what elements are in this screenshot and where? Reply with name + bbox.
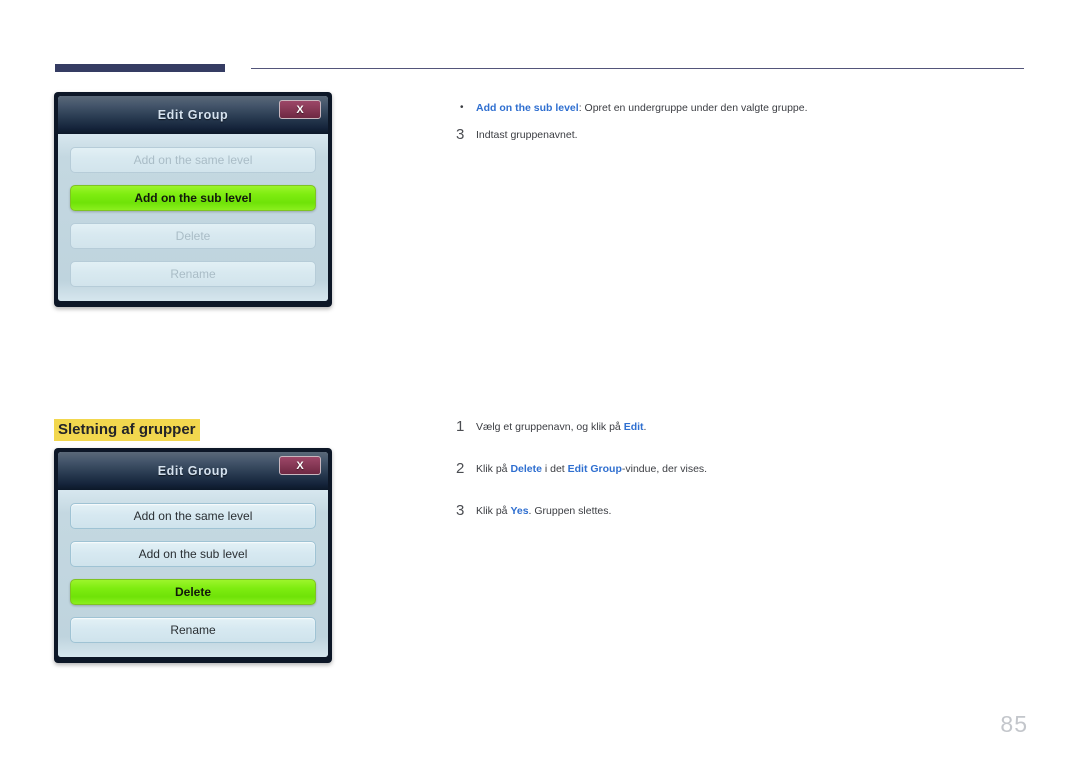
dialog-titlebar: Edit Group X: [58, 96, 328, 134]
bullet-icon: •: [460, 102, 464, 113]
step-number: 1: [456, 418, 465, 435]
step-text: Klik på Yes. Gruppen slettes.: [476, 505, 612, 518]
section-heading-sletning-af-grupper: Sletning af grupper: [54, 419, 200, 442]
header-rule-thick: [55, 64, 225, 72]
step-item-1: 1 Vælg et gruppenavn, og klik på Edit.: [456, 418, 1026, 435]
header-rule: [55, 64, 1024, 74]
bullet-term: Add on the sub level: [476, 102, 579, 114]
button-delete[interactable]: Delete: [70, 223, 316, 249]
page-number: 85: [1000, 711, 1028, 737]
button-add-on-the-same-level[interactable]: Add on the same level: [70, 147, 316, 173]
step-text: Klik på Delete i det Edit Group-vindue, …: [476, 463, 708, 476]
close-icon-glyph: X: [296, 459, 304, 472]
dialog-inner: Edit Group X Add on the same level Add o…: [58, 96, 328, 301]
close-icon[interactable]: X: [279, 100, 321, 119]
dialog-title: Edit Group: [157, 464, 229, 478]
edit-group-dialog-bottom: Edit Group X Add on the same level Add o…: [54, 448, 332, 663]
dialog-body: Add on the same level Add on the sub lev…: [58, 490, 328, 657]
close-icon[interactable]: X: [279, 456, 321, 475]
button-rename[interactable]: Rename: [70, 261, 316, 287]
close-icon-glyph: X: [296, 103, 304, 116]
bullet-item-add-on-sub-level: • Add on the sub level: Opret en undergr…: [456, 101, 1026, 116]
button-add-on-the-sub-level[interactable]: Add on the sub level: [70, 185, 316, 211]
step-number: 2: [456, 460, 465, 478]
dialog-inner: Edit Group X Add on the same level Add o…: [58, 452, 328, 657]
delete-steps-block: 1 Vælg et gruppenavn, og klik på Edit. 2…: [456, 418, 1026, 520]
button-delete[interactable]: Delete: [70, 579, 316, 605]
dialog-title: Edit Group: [157, 108, 229, 122]
header-rule-thin: [251, 68, 1024, 69]
dialog-titlebar: Edit Group X: [58, 452, 328, 490]
bullet-rest: : Opret en undergruppe under den valgte …: [578, 102, 808, 114]
step-number: 3: [456, 502, 465, 520]
step-text: Vælg et gruppenavn, og klik på Edit.: [476, 421, 647, 433]
step-item-2: 2 Klik på Delete i det Edit Group-vindue…: [456, 460, 1026, 477]
step-item-3: 3 Klik på Yes. Gruppen slettes.: [456, 502, 1026, 519]
edit-group-dialog-top: Edit Group X Add on the same level Add o…: [54, 92, 332, 307]
button-add-on-the-sub-level[interactable]: Add on the sub level: [70, 541, 316, 567]
step-text: Indtast gruppenavnet.: [476, 129, 578, 142]
bullet-text: Add on the sub level: Opret en undergrup…: [476, 101, 1026, 116]
step-number: 3: [456, 126, 465, 144]
step-item-3-enter-group-name: 3 Indtast gruppenavnet.: [456, 126, 1026, 143]
top-text-block: • Add on the sub level: Opret en undergr…: [456, 101, 1026, 143]
dialog-body: Add on the same level Add on the sub lev…: [58, 134, 328, 301]
button-rename[interactable]: Rename: [70, 617, 316, 643]
button-add-on-the-same-level[interactable]: Add on the same level: [70, 503, 316, 529]
